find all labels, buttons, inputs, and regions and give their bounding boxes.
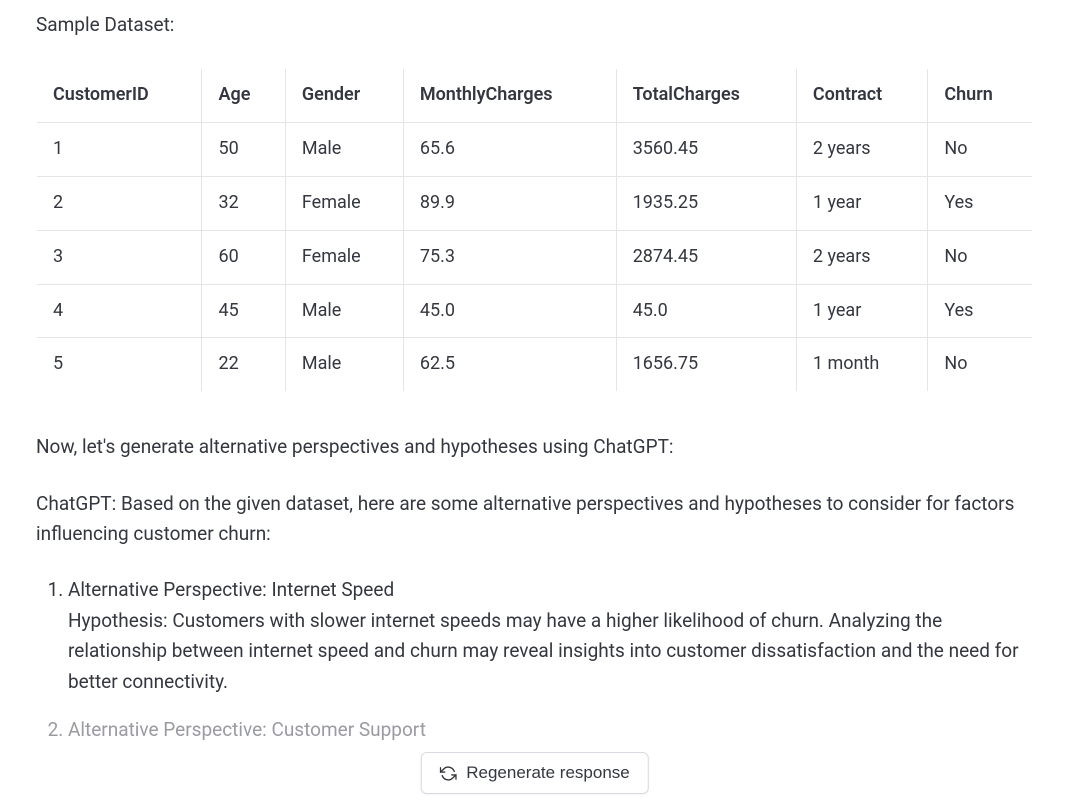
- cell: 5: [37, 338, 202, 392]
- cell: 2 years: [796, 123, 927, 177]
- col-gender: Gender: [285, 69, 403, 123]
- cell: Yes: [928, 176, 1033, 230]
- cell: Male: [285, 338, 403, 392]
- table-header-row: CustomerID Age Gender MonthlyCharges Tot…: [37, 69, 1033, 123]
- col-monthlycharges: MonthlyCharges: [403, 69, 616, 123]
- cell: 89.9: [403, 176, 616, 230]
- cell: 1656.75: [616, 338, 796, 392]
- cell: 60: [202, 230, 285, 284]
- cell: Male: [285, 123, 403, 177]
- cell: Female: [285, 176, 403, 230]
- cell: 45.0: [616, 284, 796, 338]
- cell: Male: [285, 284, 403, 338]
- cell: 2: [37, 176, 202, 230]
- cell: No: [928, 123, 1033, 177]
- cell: 65.6: [403, 123, 616, 177]
- chatgpt-response-intro: ChatGPT: Based on the given dataset, her…: [36, 489, 1033, 550]
- list-item: Alternative Perspective: Customer Suppor…: [68, 715, 1033, 745]
- table-row: 4 45 Male 45.0 45.0 1 year Yes: [37, 284, 1033, 338]
- cell: 1: [37, 123, 202, 177]
- regenerate-label: Regenerate response: [466, 763, 630, 783]
- col-age: Age: [202, 69, 285, 123]
- cell: Yes: [928, 284, 1033, 338]
- cell: 62.5: [403, 338, 616, 392]
- perspective-title: Alternative Perspective: Internet Speed: [68, 575, 1033, 605]
- cell: 45: [202, 284, 285, 338]
- cell: Female: [285, 230, 403, 284]
- col-contract: Contract: [796, 69, 927, 123]
- regenerate-response-button[interactable]: Regenerate response: [420, 752, 649, 794]
- cell: 1 year: [796, 284, 927, 338]
- sample-dataset-heading: Sample Dataset:: [36, 10, 1033, 40]
- perspective-hypothesis: Hypothesis: Customers with slower intern…: [68, 606, 1033, 697]
- perspective-title: Alternative Perspective: Customer Suppor…: [68, 715, 1033, 745]
- cell: 45.0: [403, 284, 616, 338]
- dataset-table: CustomerID Age Gender MonthlyCharges Tot…: [36, 68, 1033, 392]
- alternative-perspectives-list: Alternative Perspective: Internet Speed …: [36, 575, 1033, 745]
- cell: 22: [202, 338, 285, 392]
- list-item: Alternative Perspective: Internet Speed …: [68, 575, 1033, 697]
- cell: No: [928, 338, 1033, 392]
- cell: 3: [37, 230, 202, 284]
- refresh-icon: [439, 765, 456, 782]
- col-churn: Churn: [928, 69, 1033, 123]
- col-customerid: CustomerID: [37, 69, 202, 123]
- table-row: 2 32 Female 89.9 1935.25 1 year Yes: [37, 176, 1033, 230]
- cell: 50: [202, 123, 285, 177]
- cell: 2 years: [796, 230, 927, 284]
- cell: 3560.45: [616, 123, 796, 177]
- cell: 75.3: [403, 230, 616, 284]
- cell: 4: [37, 284, 202, 338]
- cell: 1 month: [796, 338, 927, 392]
- cell: 32: [202, 176, 285, 230]
- table-row: 5 22 Male 62.5 1656.75 1 month No: [37, 338, 1033, 392]
- cell: No: [928, 230, 1033, 284]
- cell: 1935.25: [616, 176, 796, 230]
- intro-paragraph: Now, let's generate alternative perspect…: [36, 432, 1033, 462]
- cell: 1 year: [796, 176, 927, 230]
- table-row: 1 50 Male 65.6 3560.45 2 years No: [37, 123, 1033, 177]
- col-totalcharges: TotalCharges: [616, 69, 796, 123]
- cell: 2874.45: [616, 230, 796, 284]
- table-row: 3 60 Female 75.3 2874.45 2 years No: [37, 230, 1033, 284]
